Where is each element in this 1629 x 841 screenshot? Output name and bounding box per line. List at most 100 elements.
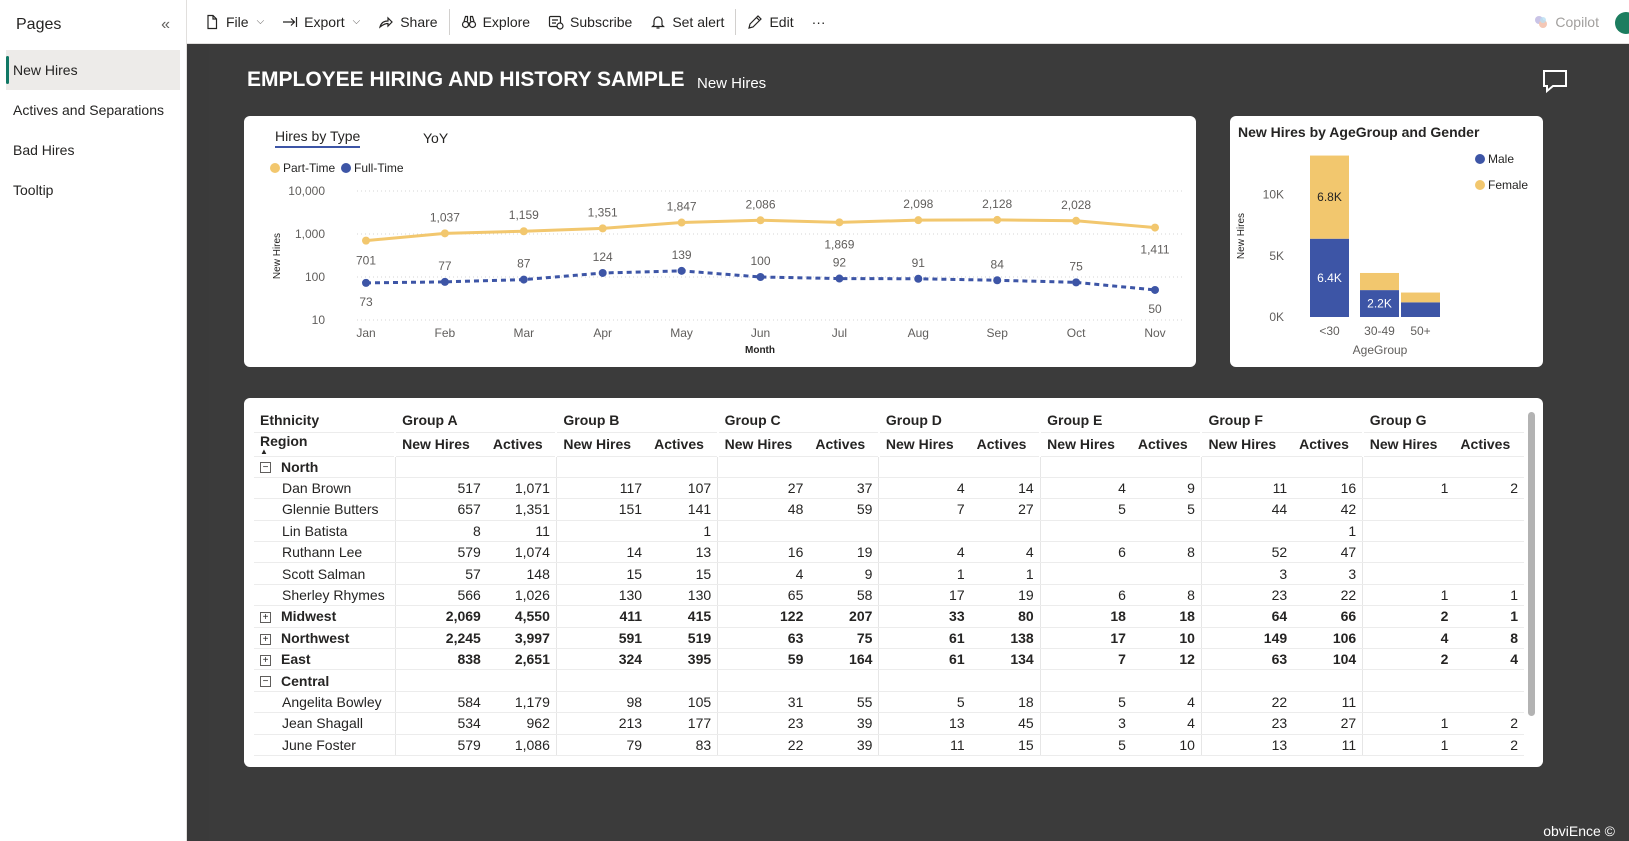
value-cell: 107: [648, 477, 718, 500]
new-hires-header[interactable]: New Hires: [716, 432, 810, 457]
more-options-button[interactable]: ···: [803, 0, 835, 44]
region-label-cell: − Central: [254, 669, 396, 692]
value-cell: 16: [1293, 477, 1363, 500]
actives-header[interactable]: Actives: [1454, 432, 1524, 457]
person-name-cell: Glennie Butters: [254, 498, 396, 521]
row-label: Sherley Rhymes: [282, 587, 385, 604]
group-header[interactable]: Group D: [877, 408, 1041, 433]
value-cell: [970, 669, 1041, 692]
new-hires-header[interactable]: New Hires: [394, 432, 487, 457]
collapse-row-icon[interactable]: −: [260, 676, 271, 688]
data-label: 139: [672, 248, 692, 262]
value-cell: [648, 456, 718, 478]
share-button[interactable]: Share: [369, 0, 446, 44]
value-cell: 15: [555, 562, 649, 585]
explore-button[interactable]: Explore: [452, 0, 539, 44]
data-point: [1072, 278, 1081, 287]
value-cell: 3: [1293, 562, 1363, 585]
value-cell: [1039, 562, 1132, 585]
page-item-bad-hires[interactable]: Bad Hires: [6, 130, 180, 170]
collapse-sidebar-icon[interactable]: «: [161, 16, 170, 34]
value-cell: [1293, 669, 1363, 692]
value-cell: 22: [717, 734, 810, 756]
value-cell: 13: [1200, 734, 1294, 756]
value-cell: 8: [1131, 541, 1202, 564]
new-hires-header[interactable]: New Hires: [1361, 432, 1455, 457]
value-cell: 7: [878, 498, 971, 521]
expand-row-icon[interactable]: +: [260, 633, 271, 645]
chevron-down-icon: ⌵: [352, 16, 361, 27]
region-row: + East 838 2,651 324 395 59 164 61 134 7 12 63 104 2 4: [254, 648, 1524, 671]
data-point: [756, 216, 765, 225]
value-cell: [1039, 669, 1132, 692]
value-cell: [648, 669, 718, 692]
value-cell: 5: [878, 691, 971, 714]
value-cell: [1454, 498, 1524, 521]
value-cell: 4: [1454, 648, 1524, 671]
value-cell: [970, 456, 1041, 478]
value-cell: [1131, 669, 1202, 692]
new-hires-header[interactable]: New Hires: [877, 432, 971, 457]
value-cell: 15: [970, 734, 1041, 756]
page-item-actives-and-separations[interactable]: Actives and Separations: [6, 90, 180, 130]
value-cell: [878, 456, 971, 478]
group-header[interactable]: Group F: [1200, 408, 1363, 433]
new-hires-header[interactable]: New Hires: [1039, 432, 1132, 457]
value-cell: 149: [1200, 627, 1294, 650]
collapse-row-icon[interactable]: −: [260, 462, 271, 474]
region-header[interactable]: Region ▲: [254, 432, 396, 457]
group-header[interactable]: Group E: [1039, 408, 1202, 433]
export-menu-button[interactable]: Export ⌵: [273, 0, 369, 44]
actives-header[interactable]: Actives: [486, 432, 557, 457]
page-item-new-hires[interactable]: New Hires: [6, 50, 180, 90]
avatar[interactable]: [1615, 12, 1629, 34]
actives-header[interactable]: Actives: [1131, 432, 1202, 457]
page-item-tooltip[interactable]: Tooltip: [6, 170, 180, 210]
x-tick-label: 30-49: [1364, 324, 1395, 338]
actives-header[interactable]: Actives: [809, 432, 879, 457]
value-cell: 1,071: [486, 477, 557, 500]
subscribe-button[interactable]: Subscribe: [539, 0, 641, 44]
table-row: Dan Brown 517 1,071 117 107 27 37 4 14 4 9 11 16 1 2: [254, 477, 1524, 500]
x-tick-label: Feb: [435, 326, 456, 340]
data-point: [440, 229, 449, 238]
comment-icon[interactable]: [1541, 68, 1569, 94]
file-menu-button[interactable]: File ⌵: [195, 0, 273, 44]
vertical-scrollbar[interactable]: [1528, 412, 1535, 716]
new-hires-header[interactable]: New Hires: [555, 432, 649, 457]
actives-header[interactable]: Actives: [970, 432, 1041, 457]
region-row: − Central: [254, 669, 1524, 692]
expand-row-icon[interactable]: +: [260, 612, 271, 624]
value-cell: 7: [1039, 648, 1132, 671]
edit-button[interactable]: Edit: [738, 0, 802, 44]
value-cell: 22: [1293, 584, 1363, 607]
new-hires-header[interactable]: New Hires: [1200, 432, 1294, 457]
value-cell: 16: [717, 541, 810, 564]
copilot-button[interactable]: Copilot: [1533, 0, 1599, 44]
actives-header[interactable]: Actives: [1293, 432, 1363, 457]
row-label: Central: [281, 672, 330, 689]
value-cell: 3,997: [486, 627, 557, 650]
value-cell: 534: [394, 712, 487, 735]
row-label: Angelita Bowley: [282, 693, 382, 710]
group-header[interactable]: Group A: [394, 408, 557, 433]
group-header[interactable]: Group G: [1361, 408, 1524, 433]
actives-header[interactable]: Actives: [648, 432, 718, 457]
value-cell: 4: [1131, 712, 1202, 735]
value-cell: 1,351: [486, 498, 557, 521]
bell-icon: [651, 15, 666, 29]
expand-row-icon[interactable]: +: [260, 655, 271, 666]
row-label: Ruthann Lee: [282, 544, 363, 561]
group-header[interactable]: Group C: [716, 408, 879, 433]
group-header[interactable]: Group B: [555, 408, 718, 433]
table-row: Sherley Rhymes 566 1,026 130 130 65 58 17 19 6 8 23…: [254, 584, 1524, 607]
value-cell: 4: [1039, 477, 1132, 500]
region-row: − North: [254, 456, 1524, 478]
value-cell: 13: [878, 712, 971, 735]
value-cell: 1: [1362, 477, 1455, 500]
page-item-label: New Hires: [13, 62, 78, 78]
data-point: [993, 215, 1002, 224]
set-alert-button[interactable]: Set alert: [641, 0, 733, 44]
value-cell: 213: [555, 712, 649, 735]
value-cell: 65: [717, 584, 810, 607]
